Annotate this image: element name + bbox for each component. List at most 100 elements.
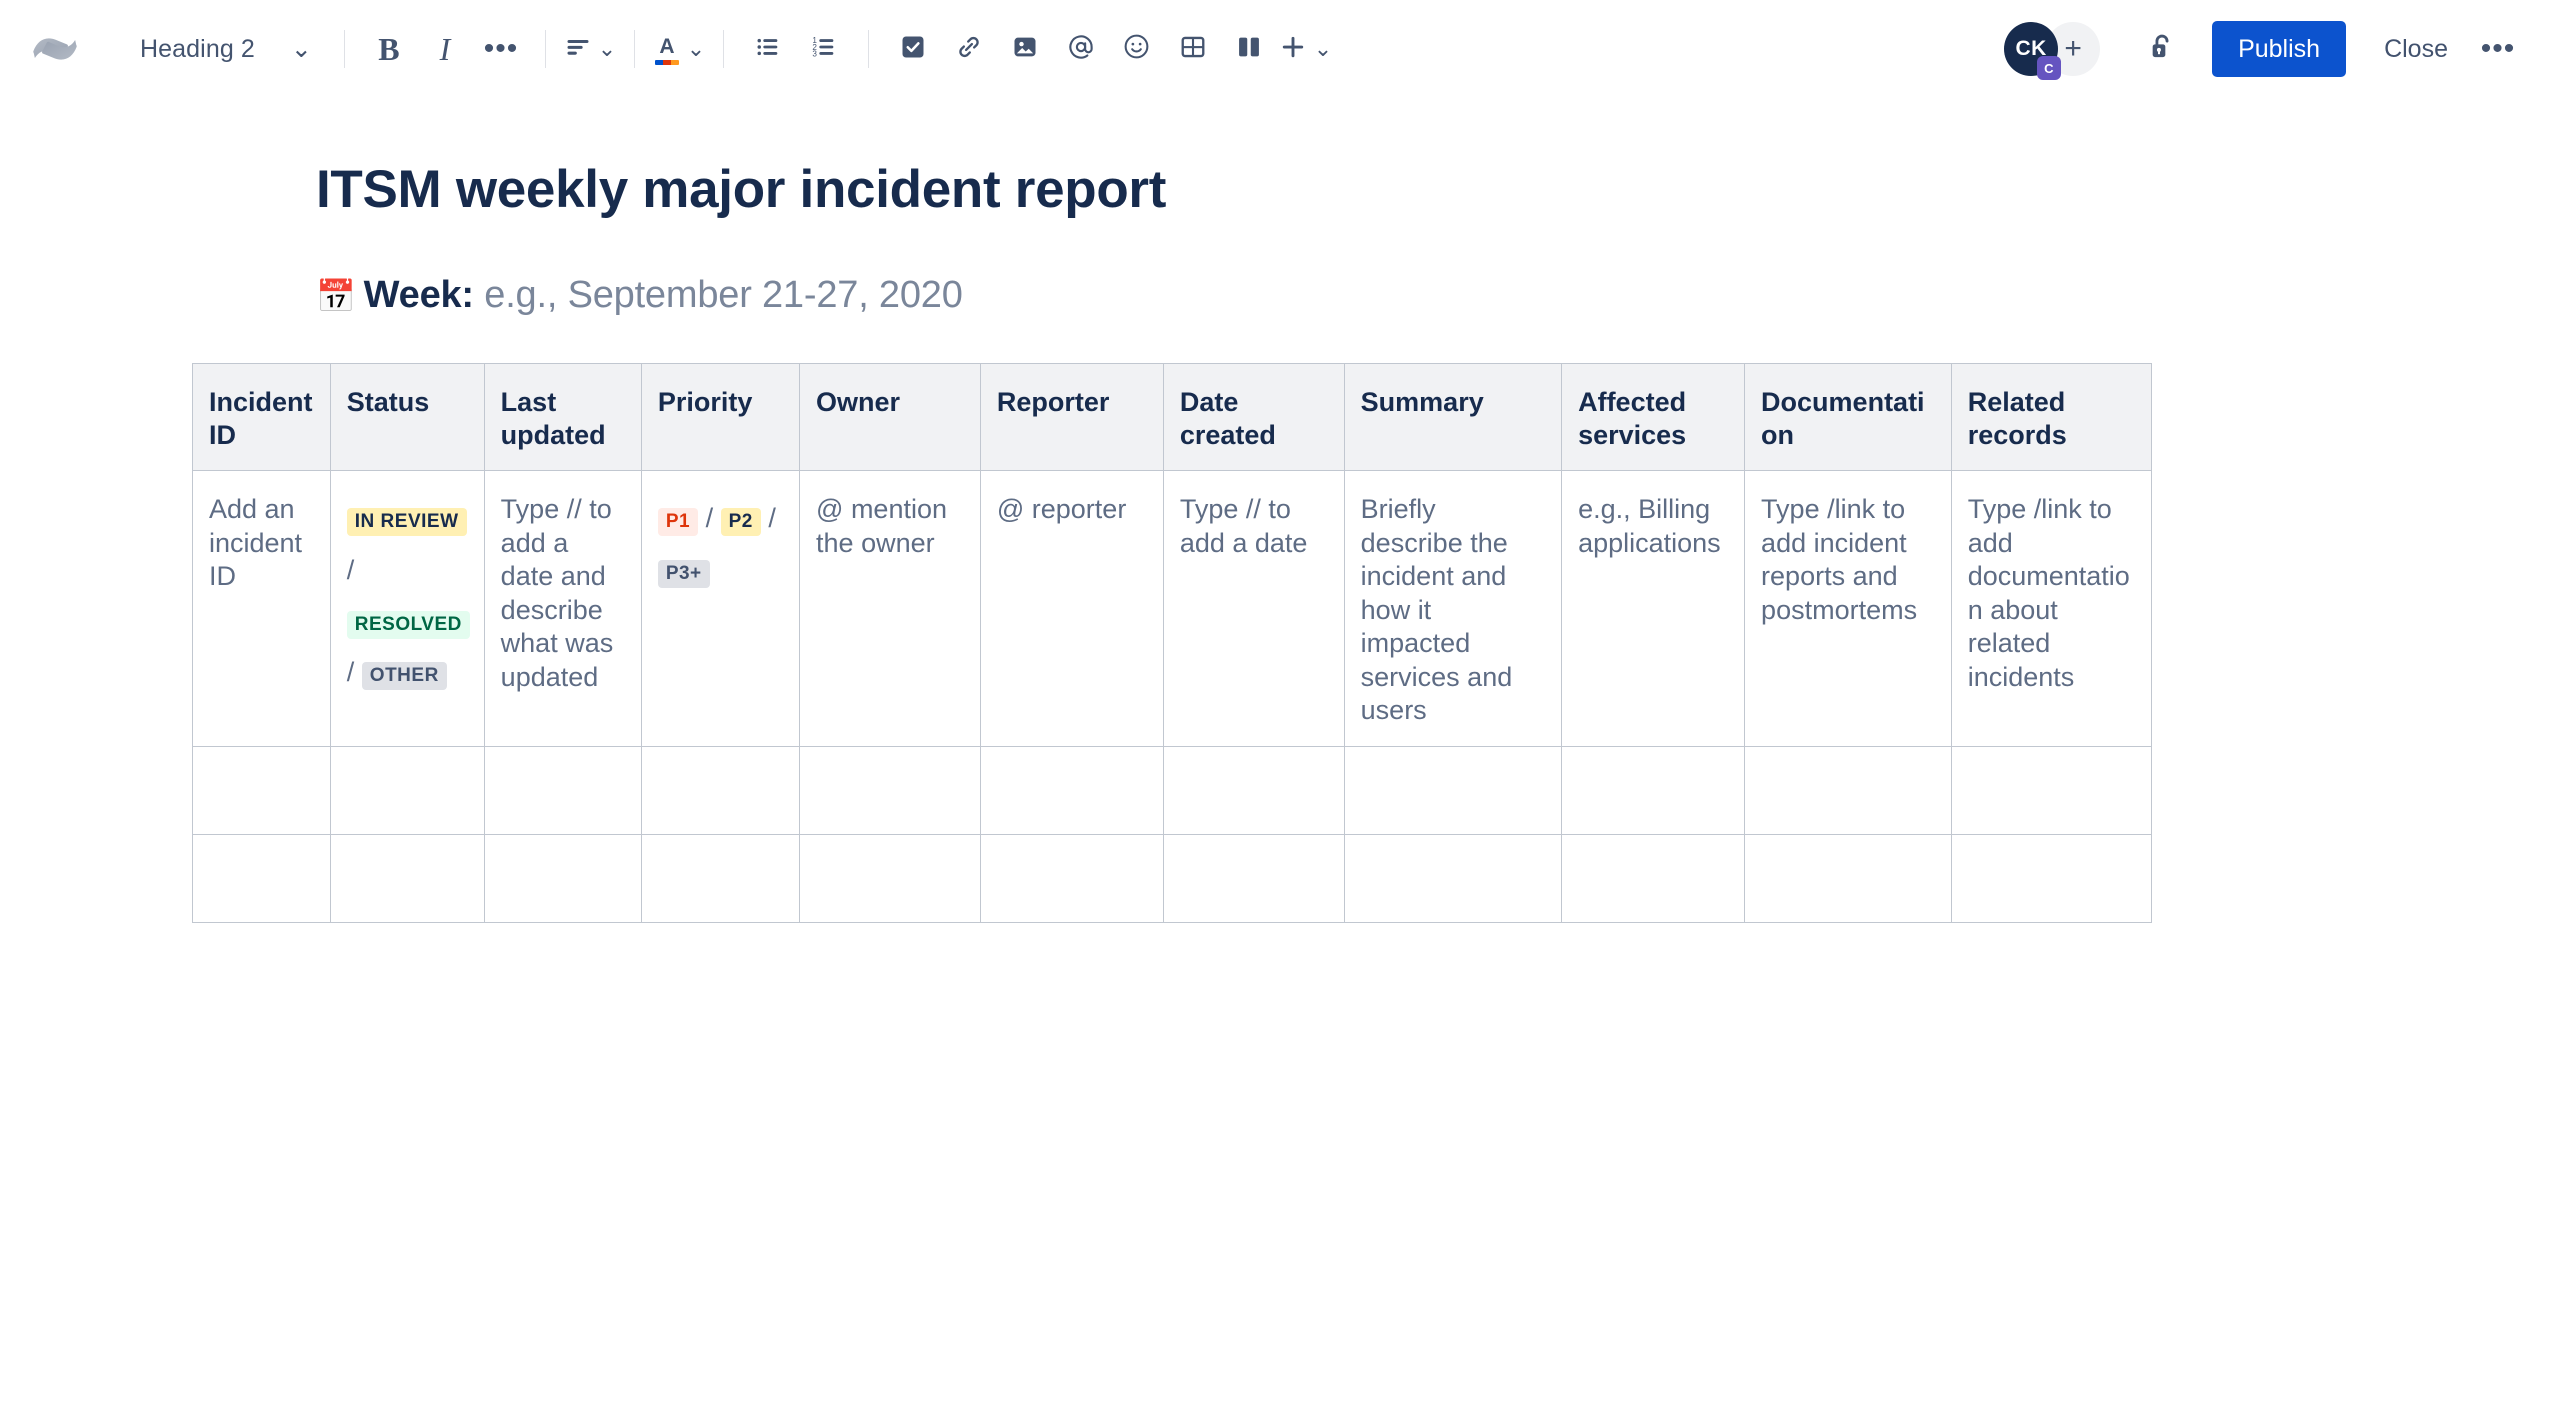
bold-button[interactable]: B — [361, 21, 417, 77]
column-header-related-records[interactable]: Related records — [1950, 362, 2153, 472]
cell-summary[interactable]: Briefly describe the incident and how it… — [1343, 470, 1563, 747]
table-button[interactable] — [1165, 21, 1221, 77]
close-button[interactable]: Close — [2362, 21, 2470, 77]
cell-priority[interactable]: P1 / P2 / P3+ — [640, 470, 801, 747]
cell-empty[interactable] — [483, 745, 642, 835]
confluence-logo[interactable] — [26, 20, 84, 78]
avatar-product-badge: C — [2037, 56, 2062, 80]
toolbar-right-cluster: CK C + Publish Close ••• — [2004, 21, 2526, 80]
link-button[interactable] — [941, 21, 997, 77]
svg-text:A: A — [659, 35, 674, 58]
incident-table[interactable]: Incident ID Status Last updated Priority… — [192, 362, 2153, 923]
cell-empty[interactable] — [1950, 745, 2153, 835]
layout-columns-icon — [1235, 33, 1263, 66]
toolbar-divider — [722, 30, 724, 68]
cell-related-records[interactable]: Type /link to add documentation about re… — [1950, 470, 2153, 747]
cell-empty[interactable] — [1162, 833, 1345, 923]
cell-empty[interactable] — [192, 745, 331, 835]
cell-empty[interactable] — [1744, 745, 1952, 835]
chevron-down-icon: ⌄ — [1313, 36, 1333, 61]
text-color-button[interactable]: A ⌄ — [651, 21, 707, 77]
cell-status[interactable]: IN REVIEW / RESOLVED / OTHER — [329, 470, 485, 747]
cell-empty[interactable] — [329, 833, 485, 923]
cell-empty[interactable] — [1343, 745, 1563, 835]
toolbar-group-lists: 1 2 3 — [740, 21, 852, 77]
status-badge-other[interactable]: OTHER — [361, 662, 447, 691]
column-header-summary[interactable]: Summary — [1343, 362, 1563, 472]
italic-icon: I — [439, 30, 451, 67]
cell-empty[interactable] — [483, 833, 642, 923]
more-options-button[interactable]: ••• — [2470, 21, 2526, 77]
publish-button[interactable]: Publish — [2212, 21, 2347, 77]
cell-empty[interactable] — [640, 745, 801, 835]
column-header-last-updated[interactable]: Last updated — [483, 362, 642, 472]
cell-empty[interactable] — [799, 745, 981, 835]
cell-empty[interactable] — [1744, 833, 1952, 923]
toolbar-divider — [633, 30, 635, 68]
column-header-reporter[interactable]: Reporter — [979, 362, 1164, 472]
bullet-list-icon — [754, 33, 782, 66]
emoji-button[interactable] — [1109, 21, 1165, 77]
italic-button[interactable]: I — [417, 21, 473, 77]
column-header-affected-services[interactable]: Affected services — [1561, 362, 1746, 472]
status-separator: / — [346, 657, 355, 688]
mention-button[interactable] — [1053, 21, 1109, 77]
cell-empty[interactable] — [1343, 833, 1563, 923]
checkbox-icon — [899, 33, 927, 66]
cell-empty[interactable] — [979, 833, 1164, 923]
cell-incident-id[interactable]: Add an incident ID — [192, 470, 331, 747]
column-header-date-created[interactable]: Date created — [1162, 362, 1345, 472]
task-button[interactable] — [885, 21, 941, 77]
column-header-status[interactable]: Status — [329, 362, 485, 472]
cell-documentation[interactable]: Type /link to add incident reports and p… — [1744, 470, 1952, 747]
column-header-owner[interactable]: Owner — [799, 362, 981, 472]
cell-affected-services[interactable]: e.g., Billing applications — [1561, 470, 1746, 747]
cell-empty[interactable] — [979, 745, 1164, 835]
cell-empty[interactable] — [640, 833, 801, 923]
restrictions-button[interactable] — [2134, 21, 2190, 77]
priority-badge-p3[interactable]: P3+ — [657, 559, 710, 588]
cell-empty[interactable] — [1561, 745, 1746, 835]
insert-more-button[interactable]: ⌄ — [1277, 21, 1333, 77]
text-align-button[interactable]: ⌄ — [562, 21, 618, 77]
emoji-icon — [1122, 32, 1151, 66]
week-label: Week: — [363, 273, 474, 316]
table-icon — [1179, 33, 1207, 66]
ellipsis-icon: ••• — [2480, 32, 2516, 65]
priority-badge-p1[interactable]: P1 — [657, 508, 699, 537]
table-row — [192, 745, 2153, 835]
toolbar-divider — [867, 30, 869, 68]
text-style-select[interactable]: Heading 2 ⌄ — [120, 21, 328, 77]
bullet-list-button[interactable] — [740, 21, 796, 77]
cell-empty[interactable] — [329, 745, 485, 835]
cell-date-created[interactable]: Type // to add a date — [1162, 470, 1345, 747]
cell-empty[interactable] — [192, 833, 331, 923]
cell-empty[interactable] — [799, 833, 981, 923]
cell-last-updated[interactable]: Type // to add a date and describe what … — [483, 470, 642, 747]
calendar-icon: 📅 — [316, 277, 356, 314]
more-formatting-button[interactable]: ••• — [473, 21, 529, 77]
toolbar-group-color: A ⌄ — [651, 21, 707, 77]
cell-owner[interactable]: @ mention the owner — [799, 470, 981, 747]
layout-button[interactable] — [1221, 21, 1277, 77]
chevron-down-icon: ⌄ — [290, 35, 312, 63]
column-header-priority[interactable]: Priority — [640, 362, 801, 472]
priority-badge-p2[interactable]: P2 — [720, 508, 761, 537]
column-header-documentation[interactable]: Documentation — [1744, 362, 1952, 472]
image-button[interactable] — [997, 21, 1053, 77]
cell-reporter[interactable]: @ reporter — [979, 470, 1164, 747]
avatar[interactable]: CK C — [2004, 22, 2062, 80]
cell-empty[interactable] — [1162, 745, 1345, 835]
status-badge-in-review[interactable]: IN REVIEW — [346, 508, 467, 537]
toolbar-group-insert: ⌄ — [885, 21, 1333, 77]
column-header-incident-id[interactable]: Incident ID — [192, 362, 331, 472]
text-color-icon: A — [653, 34, 681, 65]
cell-empty[interactable] — [1950, 833, 2153, 923]
page-title[interactable]: ITSM weekly major incident report — [316, 160, 2276, 221]
status-badge-resolved[interactable]: RESOLVED — [346, 611, 470, 640]
priority-separator: / — [768, 503, 776, 534]
cell-empty[interactable] — [1561, 833, 1746, 923]
toolbar-group-style: Heading 2 ⌄ — [120, 21, 328, 77]
numbered-list-button[interactable]: 1 2 3 — [796, 21, 852, 77]
week-heading[interactable]: 📅 Week: e.g., September 21-27, 2020 — [316, 273, 2276, 319]
